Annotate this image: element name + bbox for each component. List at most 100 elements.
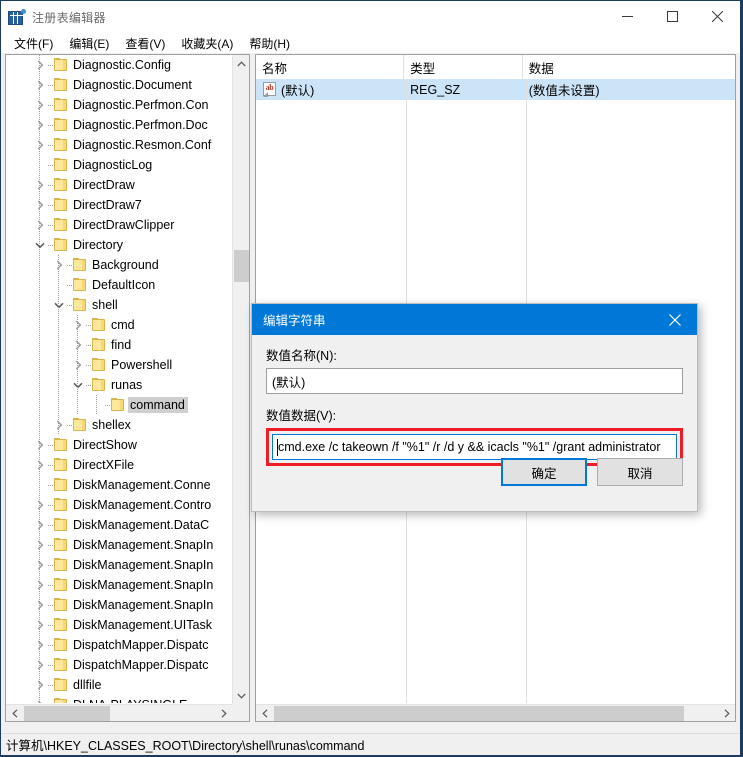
value-name-input[interactable]: (默认) [266,368,683,394]
chevron-right-icon[interactable] [32,217,48,233]
tree-item-diskmanagement-snapin[interactable]: DiskManagement.SnapIn [6,535,231,555]
tree-item-diskmanagement-snapin[interactable]: DiskManagement.SnapIn [6,575,231,595]
tree-item-diagnostic-document[interactable]: Diagnostic.Document [6,75,231,95]
chevron-right-icon[interactable] [32,577,48,593]
chevron-right-icon[interactable] [32,457,48,473]
ok-button[interactable]: 确定 [501,458,587,486]
tree-item-powershell[interactable]: Powershell [6,355,231,375]
tree-item-diagnostic-perfmon-con[interactable]: Diagnostic.Perfmon.Con [6,95,231,115]
chevron-right-icon[interactable] [32,517,48,533]
chevron-right-icon[interactable] [32,617,48,633]
cancel-button[interactable]: 取消 [597,458,683,486]
chevron-right-icon[interactable] [32,677,48,693]
tree-scroll-thumb[interactable] [234,250,249,282]
chevron-right-icon[interactable] [70,317,86,333]
tree-item-shellex[interactable]: shellex [6,415,231,435]
registry-tree[interactable]: Diagnostic.Config Diagnostic.Document Diag… [6,55,231,703]
tree-item-diskmanagement-conne[interactable]: DiskManagement.Conne [6,475,231,495]
tree-item-directdrawclipper[interactable]: DirectDrawClipper [6,215,231,235]
chevron-right-icon[interactable] [32,697,48,703]
column-header-name[interactable]: 名称 [256,55,405,79]
scroll-right-icon[interactable] [215,705,232,721]
tree-item-diskmanagement-snapin[interactable]: DiskManagement.SnapIn [6,595,231,615]
menu-edit[interactable]: 编辑(E) [61,34,117,53]
tree-item-background[interactable]: Background [6,255,231,275]
tree-item-diskmanagement-datac[interactable]: DiskManagement.DataC [6,515,231,535]
chevron-right-icon[interactable] [32,137,48,153]
column-header-type[interactable]: 类型 [404,55,523,79]
folder-icon [53,598,69,612]
tree-item-label: cmd [111,318,135,332]
chevron-right-icon[interactable] [32,637,48,653]
tree-item-cmd[interactable]: cmd [6,315,231,335]
tree-item-directdraw7[interactable]: DirectDraw7 [6,195,231,215]
chevron-down-icon[interactable] [32,237,48,253]
chevron-down-icon[interactable] [51,297,67,313]
table-row[interactable]: ab (默认) REG_SZ (数值未设置) [256,79,735,100]
maximize-button[interactable] [650,1,695,32]
tree-item-dispatchmapper-dispatc[interactable]: DispatchMapper.Dispatc [6,635,231,655]
close-button[interactable] [695,1,740,32]
chevron-right-icon[interactable] [32,657,48,673]
value-data-input[interactable]: cmd.exe /c takeown /f "%1" /r /d y && ic… [272,434,677,460]
dialog-close-button[interactable] [653,304,697,335]
folder-icon [53,238,69,252]
registry-path-text: 计算机\HKEY_CLASSES_ROOT\Directory\shell\ru… [6,739,365,753]
tree-item-directshow[interactable]: DirectShow [6,435,231,455]
tree-item-diagnostic-config[interactable]: Diagnostic.Config [6,55,231,75]
tree-item-command[interactable]: command [6,395,231,415]
values-hscroll-thumb[interactable] [274,706,684,721]
tree-item-diagnostic-resmon-conf[interactable]: Diagnostic.Resmon.Conf [6,135,231,155]
chevron-right-icon[interactable] [32,177,48,193]
tree-item-find[interactable]: find [6,335,231,355]
tree-item-dispatchmapper-dispatc[interactable]: DispatchMapper.Dispatc [6,655,231,675]
chevron-down-icon[interactable] [70,377,86,393]
chevron-right-icon[interactable] [32,497,48,513]
values-horizontal-scrollbar[interactable] [256,704,735,721]
tree-item-runas[interactable]: runas [6,375,231,395]
chevron-right-icon[interactable] [51,417,67,433]
chevron-right-icon[interactable] [32,437,48,453]
folder-icon [72,258,88,272]
chevron-right-icon[interactable] [32,117,48,133]
tree-item-defaulticon[interactable]: DefaultIcon [6,275,231,295]
scroll-left-icon[interactable] [256,705,273,721]
chevron-right-icon[interactable] [32,57,48,73]
tree-item-dlna-playsingle[interactable]: DLNA-PLAYSINGLE [6,695,231,703]
menu-favorites[interactable]: 收藏夹(A) [173,34,241,53]
scroll-left-icon[interactable] [6,705,23,721]
tree-item-label: command [128,397,188,413]
scroll-down-icon[interactable] [233,687,249,704]
tree-item-diagnosticlog[interactable]: DiagnosticLog [6,155,231,175]
tree-item-directdraw[interactable]: DirectDraw [6,175,231,195]
minimize-button[interactable] [605,1,650,32]
chevron-right-icon[interactable] [32,97,48,113]
tree-item-directory[interactable]: Directory [6,235,231,255]
chevron-right-icon[interactable] [70,357,86,373]
chevron-right-icon[interactable] [32,537,48,553]
chevron-right-icon[interactable] [32,597,48,613]
menu-view[interactable]: 查看(V) [117,34,173,53]
tree-item-diskmanagement-uitask[interactable]: DiskManagement.UITask [6,615,231,635]
tree-item-diskmanagement-contro[interactable]: DiskManagement.Contro [6,495,231,515]
tree-guide-line [58,255,59,435]
menu-help[interactable]: 帮助(H) [241,34,298,53]
tree-item-directxfile[interactable]: DirectXFile [6,455,231,475]
scroll-right-icon[interactable] [718,705,735,721]
chevron-right-icon[interactable] [32,77,48,93]
scroll-up-icon[interactable] [233,55,249,72]
tree-horizontal-scrollbar[interactable] [6,704,232,721]
tree-item-shell[interactable]: shell [6,295,231,315]
tree-item-dllfile[interactable]: dllfile [6,675,231,695]
folder-icon [91,378,107,392]
menu-file[interactable]: 文件(F) [6,34,61,53]
chevron-right-icon[interactable] [32,197,48,213]
tree-item-diagnostic-perfmon-doc[interactable]: Diagnostic.Perfmon.Doc [6,115,231,135]
tree-hscroll-thumb[interactable] [24,706,110,721]
tree-vertical-scrollbar[interactable] [232,55,249,704]
column-header-data[interactable]: 数据 [522,55,735,79]
tree-item-diskmanagement-snapin[interactable]: DiskManagement.SnapIn [6,555,231,575]
chevron-right-icon[interactable] [51,257,67,273]
chevron-right-icon[interactable] [70,337,86,353]
chevron-right-icon[interactable] [32,557,48,573]
